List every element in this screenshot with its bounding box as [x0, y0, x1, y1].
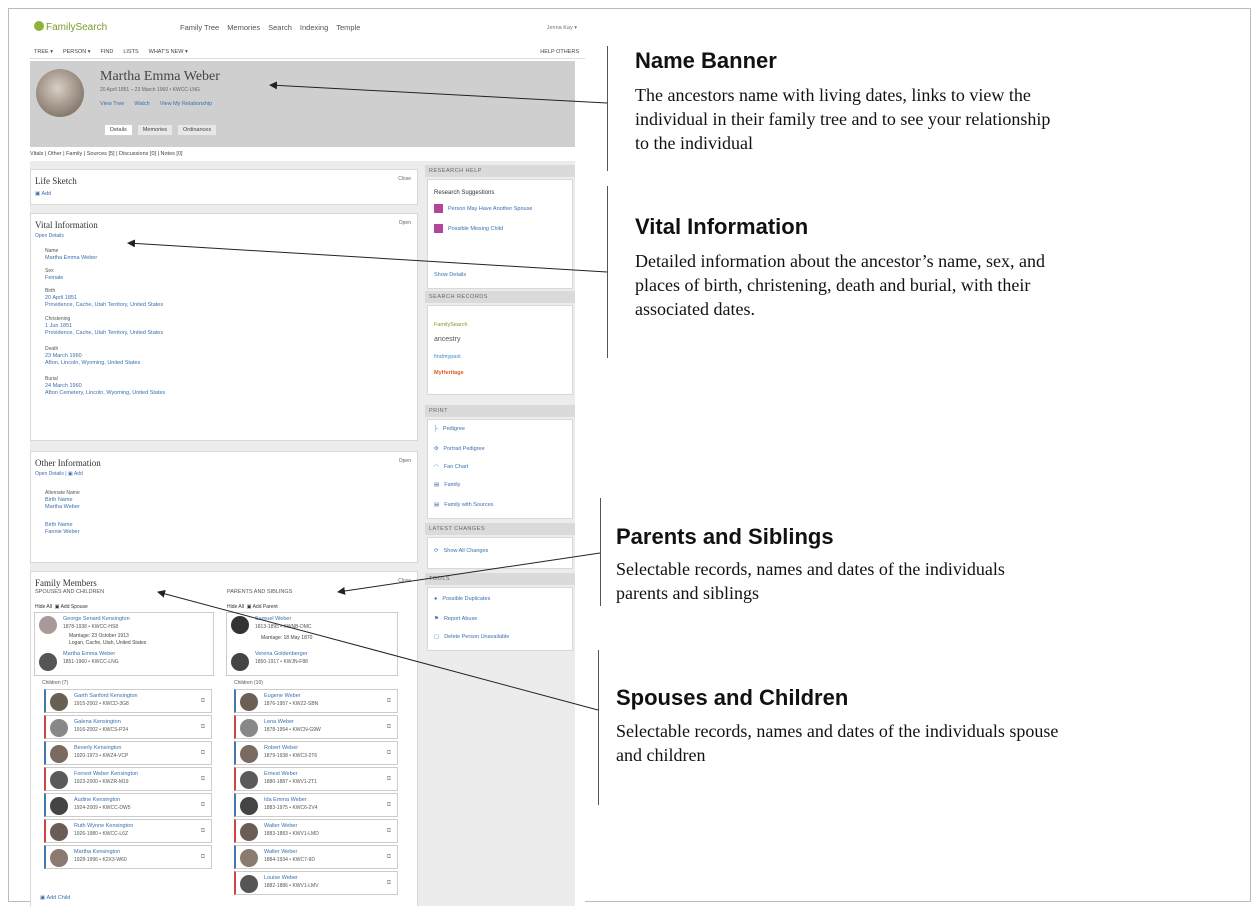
callout-arrows [127, 81, 608, 711]
arrow-parents-siblings [337, 552, 601, 595]
arrow-name-banner [269, 81, 608, 104]
arrow-vital-information [127, 239, 608, 273]
arrow-spouses-children [157, 589, 599, 711]
